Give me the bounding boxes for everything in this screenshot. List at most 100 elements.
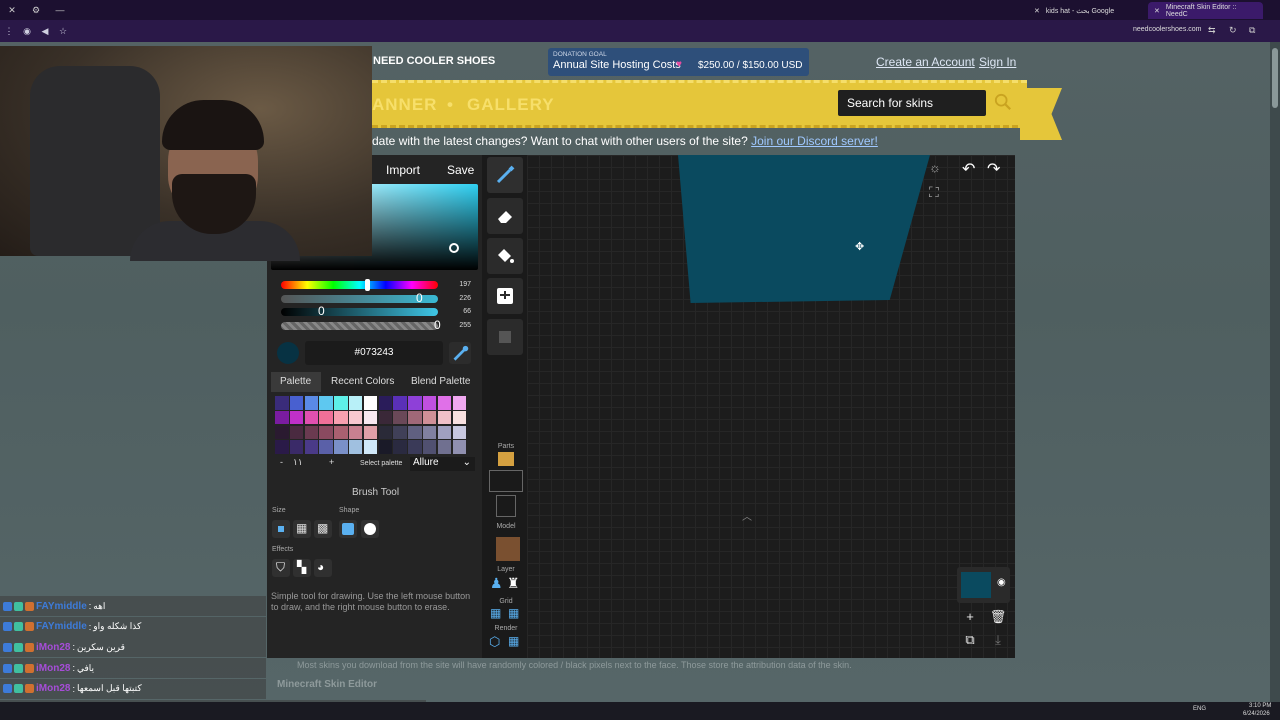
palette-color-swatch[interactable] [408,425,422,440]
palette-color-swatch[interactable] [393,396,407,410]
scrollbar-thumb[interactable] [1272,48,1278,108]
saturation-slider[interactable] [281,295,438,303]
palette-color-swatch[interactable] [319,410,333,425]
palette-color-swatch[interactable] [363,410,378,425]
search-icon[interactable] [994,93,1012,111]
language-indicator[interactable]: ENG [1193,706,1206,712]
palette-color-swatch[interactable] [422,410,437,425]
palette-color-swatch[interactable] [437,396,452,410]
palette-color-swatch[interactable] [334,425,348,440]
close-tab-icon[interactable]: ✕ [1034,7,1040,15]
add-layer-icon[interactable]: + [960,607,980,627]
back-icon[interactable]: ◀ [36,26,54,37]
discord-link[interactable]: Join our Discord server! [751,134,878,148]
palette-color-swatch[interactable] [422,396,437,410]
palette-effect-button[interactable]: ◕ [314,559,332,577]
palette-color-swatch[interactable] [348,440,363,454]
chevron-up-icon[interactable]: ︿ [742,508,752,523]
palette-color-swatch[interactable] [289,396,304,410]
layer-visibility-icon[interactable]: ◉ [997,577,1006,588]
body-parts-icon[interactable] [489,470,523,492]
grid-overlay-icon[interactable]: ▦ [508,606,519,620]
palette-color-swatch[interactable] [452,440,467,454]
address-bar[interactable]: needcoolershoes.com [1133,26,1202,33]
search-input[interactable]: Search for skins [838,90,986,116]
palette-color-swatch[interactable] [304,425,319,440]
palette-color-swatch[interactable] [452,425,467,440]
shape-circle-button[interactable] [361,520,379,538]
tab-blend-palette[interactable]: Blend Palette [411,376,471,387]
palette-color-swatch[interactable] [334,396,348,410]
render-flat-icon[interactable]: ▦ [508,634,519,648]
eyedropper-button[interactable] [449,342,471,364]
palette-color-swatch[interactable] [304,440,319,454]
palette-plus-button[interactable]: + [329,457,334,467]
render-3d-icon[interactable]: ⬡ [489,634,500,650]
tab-recent-colors[interactable]: Recent Colors [331,376,394,387]
duplicate-layer-icon[interactable]: ⧉ [960,630,980,650]
import-button[interactable]: Import [386,163,420,177]
lightness-slider[interactable] [281,308,438,316]
palette-color-swatch[interactable] [319,425,333,440]
close-tab-icon[interactable]: ✕ [1154,7,1160,15]
palette-color-swatch[interactable] [304,410,319,425]
grid-icon[interactable]: ▦ [490,606,501,620]
clock-time[interactable]: 3:10 PM [1249,703,1271,709]
profile-icon[interactable]: ◉ [18,26,36,37]
palette-color-swatch[interactable] [452,396,467,410]
palette-color-swatch[interactable] [393,410,407,425]
palette-color-swatch[interactable] [408,440,422,454]
sign-in-link[interactable]: Sign In [979,55,1016,69]
fullscreen-icon[interactable]: ⛶ [929,184,939,201]
alpha-slider[interactable] [281,322,438,330]
close-window-icon[interactable]: ✕ [0,5,24,16]
palette-color-swatch[interactable] [363,396,378,410]
palette-color-swatch[interactable] [437,440,452,454]
tab-google-search[interactable]: ✕ kids hat - بحث Google [1028,2,1136,19]
palette-color-swatch[interactable] [378,425,393,440]
clone-tool-button[interactable] [487,319,523,355]
noise-tool-button[interactable] [487,278,523,314]
menu-icon[interactable]: ⋮ [0,26,18,37]
palette-color-swatch[interactable] [348,396,363,410]
eraser-tool-button[interactable] [487,198,523,234]
palette-color-swatch[interactable] [422,425,437,440]
size-1-button[interactable] [272,520,290,538]
tab-skin-editor[interactable]: ✕ Minecraft Skin Editor :: NeedC [1148,2,1263,19]
hue-slider[interactable] [281,281,438,289]
reload-icon[interactable]: ↻ [1229,25,1237,36]
merge-layer-icon[interactable]: ⤓ [988,630,1008,650]
lighting-icon[interactable]: ☼ [929,160,941,175]
palette-color-swatch[interactable] [437,425,452,440]
color-picker-knob[interactable] [449,243,459,253]
palette-color-swatch[interactable] [289,410,304,425]
palette-color-swatch[interactable] [304,396,319,410]
nav-item-banner[interactable]: ANNER [372,95,437,115]
palette-color-swatch[interactable] [363,425,378,440]
layer-base-icon[interactable]: ♟ [490,575,503,592]
palette-color-swatch[interactable] [319,396,333,410]
head-part-icon[interactable] [498,452,514,466]
hue-slider-knob[interactable] [365,279,371,291]
palette-minus-button[interactable]: - [280,457,283,467]
palette-color-swatch[interactable] [378,440,393,454]
shape-square-button[interactable] [339,520,357,538]
settings-icon[interactable]: ⚙ [24,5,48,16]
palette-color-swatch[interactable] [348,425,363,440]
size-2-button[interactable]: ▦ [293,520,311,538]
minimize-icon[interactable]: — [48,5,72,15]
shade-effect-button[interactable]: ⛉ [272,559,290,577]
palette-color-swatch[interactable] [275,440,289,454]
palette-color-swatch[interactable] [319,440,333,454]
layer-overlay-icon[interactable]: ♜ [507,575,520,592]
palette-select[interactable]: Allure ⌄ [410,457,475,471]
palette-color-swatch[interactable] [334,410,348,425]
palette-color-swatch[interactable] [363,440,378,454]
donation-goal[interactable]: DONATION GOAL Annual Site Hosting Costs … [548,48,809,76]
clock-date[interactable]: 6/24/2026 [1243,711,1270,717]
redo-icon[interactable]: ↷ [987,159,1000,179]
palette-color-swatch[interactable] [289,425,304,440]
palette-color-swatch[interactable] [437,410,452,425]
palette-color-swatch[interactable] [275,425,289,440]
palette-color-swatch[interactable] [378,410,393,425]
